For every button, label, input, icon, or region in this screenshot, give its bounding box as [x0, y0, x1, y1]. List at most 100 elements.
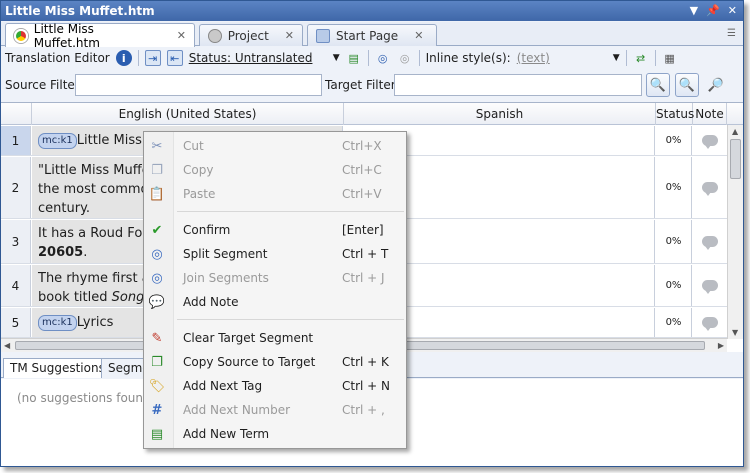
copy-source-icon: ❐ — [151, 354, 163, 370]
tab-segment[interactable]: Segmen — [101, 358, 147, 378]
tag-icon: 🏷 — [148, 378, 166, 394]
column-header-target[interactable]: Spanish — [344, 103, 656, 125]
menu-item-shortcut: Ctrl+X — [342, 139, 382, 153]
info-icon[interactable]: i — [115, 50, 132, 66]
start-page-icon — [316, 28, 330, 43]
menu-item-label: Add Note — [183, 295, 239, 309]
note-cell[interactable] — [693, 157, 727, 218]
document-tabs: Little Miss Muffet.htm ✕ Project ✕ Start… — [1, 21, 743, 50]
menu-item-label: Add New Term — [183, 427, 270, 441]
source-text-bold: 20605 — [38, 245, 84, 260]
menu-item-add-next-tag[interactable]: 🏷 Add Next Tag Ctrl + N — [144, 374, 406, 398]
menu-item-label: Join Segments — [183, 271, 269, 285]
menu-item-join-segments[interactable]: ◎ Join Segments Ctrl + J — [144, 266, 406, 290]
inline-style-dropdown[interactable]: (text) — [517, 51, 607, 65]
tab-list-icon[interactable]: ☰ — [727, 28, 737, 40]
menu-item-copy-source-to-target[interactable]: ❐ Copy Source to Target Ctrl + K — [144, 350, 406, 374]
close-tab-icon[interactable]: ✕ — [177, 29, 186, 42]
menu-item-shortcut: Ctrl + , — [342, 403, 385, 417]
import-icon[interactable]: ⇤ — [166, 50, 183, 66]
split-segment-icon[interactable]: ◎ — [375, 50, 391, 66]
scroll-left-icon[interactable]: ◀ — [4, 341, 10, 350]
join-icon: ◎ — [151, 270, 163, 286]
status-filter-dropdown[interactable]: Status: Untranslated — [189, 51, 327, 65]
pin-icon[interactable]: 📌 — [706, 1, 720, 21]
status-dropdown-arrow-icon[interactable]: ▼ — [333, 53, 340, 63]
source-filter-input[interactable] — [75, 74, 322, 96]
tab-label: Project — [227, 28, 269, 43]
menu-item-add-next-number[interactable]: # Add Next Number Ctrl + , — [144, 398, 406, 422]
menu-item-shortcut: Ctrl + J — [342, 271, 385, 285]
column-header-status[interactable]: Status — [656, 103, 694, 125]
split-icon: ◎ — [151, 246, 163, 262]
tab-label: Little Miss Muffet.htm — [33, 21, 100, 50]
close-icon[interactable]: ✕ — [728, 1, 737, 21]
note-cell[interactable] — [693, 308, 727, 337]
source-text: . — [83, 245, 88, 260]
column-header-note[interactable]: Note — [693, 103, 727, 125]
tab-project[interactable]: Project ✕ — [199, 24, 303, 46]
row-number-header — [1, 103, 32, 125]
row-number: 1 — [1, 126, 31, 155]
row-number: 5 — [1, 308, 31, 337]
note-cell[interactable] — [693, 265, 727, 306]
note-cell[interactable] — [693, 126, 727, 155]
add-segment-icon[interactable]: ▤ — [346, 50, 362, 66]
status-cell: 0% — [656, 265, 692, 306]
menu-item-label: Paste — [183, 187, 216, 201]
menu-item-paste[interactable]: 📋 Paste Ctrl+V — [144, 182, 406, 206]
inline-tag[interactable]: mc:k1 — [38, 132, 77, 149]
menu-item-split-segment[interactable]: ◎ Split Segment Ctrl + T — [144, 242, 406, 266]
scroll-up-icon[interactable]: ▲ — [732, 127, 738, 136]
tab-little-miss-muffet[interactable]: Little Miss Muffet.htm ✕ — [5, 21, 195, 50]
note-cell[interactable] — [693, 220, 727, 263]
target-filter-input[interactable] — [394, 74, 642, 96]
menu-item-copy[interactable]: ❐ Copy Ctrl+C — [144, 158, 406, 182]
scroll-down-icon[interactable]: ▼ — [732, 328, 738, 337]
dropdown-arrow-icon[interactable]: ▼ — [690, 1, 698, 21]
vertical-scrollbar[interactable]: ▲ ▼ — [727, 125, 743, 339]
row-number: 4 — [1, 265, 31, 306]
window-title: Little Miss Muffet.htm — [5, 4, 155, 18]
menu-item-cut[interactable]: ✂ Cut Ctrl+X — [144, 134, 406, 158]
apply-filter-button[interactable]: 🔍 — [646, 73, 670, 97]
menu-item-clear-target-segment[interactable]: ✎ Clear Target Segment — [144, 326, 406, 350]
browser-icon — [14, 28, 28, 43]
eraser-icon: ✎ — [151, 330, 163, 346]
menu-item-shortcut: Ctrl + K — [342, 355, 389, 369]
preview-icon[interactable]: ▦ — [662, 50, 678, 66]
source-filter-label: Source Filter: — [5, 78, 84, 92]
inline-style-dropdown-arrow-icon[interactable]: ▼ — [613, 53, 620, 63]
find-replace-button[interactable]: 🔎 — [704, 73, 728, 97]
close-tab-icon[interactable]: ✕ — [414, 29, 423, 42]
close-tab-icon[interactable]: ✕ — [285, 29, 294, 42]
column-header-source[interactable]: English (United States) — [32, 103, 344, 125]
toolbar-divider — [137, 50, 139, 66]
menu-item-label: Add Next Number — [183, 403, 291, 417]
vertical-scroll-thumb[interactable] — [730, 139, 741, 179]
export-icon[interactable]: ⇥ — [144, 50, 161, 66]
tab-tm-suggestions[interactable]: TM Suggestions — [3, 358, 112, 378]
project-icon — [208, 28, 222, 43]
menu-item-add-note[interactable]: 💬 Add Note — [144, 290, 406, 314]
scroll-right-icon[interactable]: ▶ — [718, 341, 724, 350]
toolbar-divider — [654, 50, 656, 66]
join-segment-icon[interactable]: ◎ — [397, 50, 413, 66]
inline-tag[interactable]: mc:k1 — [38, 314, 77, 331]
note-icon — [702, 182, 718, 196]
menu-item-confirm[interactable]: ✔ Confirm [Enter] — [144, 218, 406, 242]
grid-header: English (United States) Spanish Status N… — [1, 103, 743, 125]
title-bar: Little Miss Muffet.htm ▼ 📌 ✕ — [1, 1, 743, 21]
copy-icon: ❐ — [151, 162, 163, 178]
number-icon: # — [151, 402, 163, 418]
search-clear-icon: 🔍 — [678, 77, 696, 93]
menu-item-shortcut: Ctrl+C — [342, 163, 382, 177]
search-icon: 🔍 — [649, 77, 667, 93]
apply-style-icon[interactable]: ⇄ — [633, 50, 649, 66]
toolbar-divider — [367, 50, 369, 66]
menu-separator — [177, 319, 404, 320]
menu-item-add-new-term[interactable]: ▤ Add New Term — [144, 422, 406, 446]
tab-start-page[interactable]: Start Page ✕ — [307, 24, 437, 46]
clear-filter-button[interactable]: 🔍 — [675, 73, 699, 97]
status-cell: 0% — [656, 157, 692, 218]
